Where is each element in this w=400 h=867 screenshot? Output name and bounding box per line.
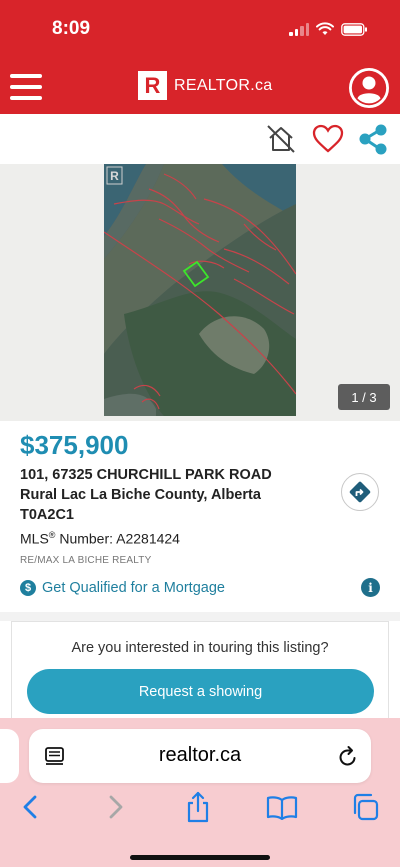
- brokerage-name: RE/MAX LA BICHE REALTY: [20, 555, 152, 566]
- remove-listing-icon[interactable]: [264, 122, 298, 156]
- address-bar[interactable]: realtor.ca: [29, 729, 371, 783]
- previous-tab-preview[interactable]: [0, 729, 19, 783]
- mls-number-text: Number: A2281424: [55, 530, 180, 547]
- battery-icon: [341, 22, 367, 36]
- reload-icon[interactable]: [337, 744, 359, 768]
- url-text[interactable]: realtor.ca: [29, 744, 371, 767]
- cellular-signal-icon: [289, 22, 309, 36]
- listing-address: 101, 67325 CHURCHILL PARK ROAD Rural Lac…: [20, 465, 320, 525]
- share-sheet-button[interactable]: [181, 790, 215, 824]
- profile-icon[interactable]: [348, 67, 390, 109]
- browser-nav-row: [0, 790, 400, 830]
- share-icon[interactable]: [356, 122, 390, 156]
- back-button[interactable]: [13, 790, 47, 824]
- status-icons: [289, 22, 368, 36]
- address-line-1: 101, 67325 CHURCHILL PARK ROAD: [20, 467, 272, 483]
- realtor-logo[interactable]: R REALTOR.ca: [138, 71, 272, 100]
- section-divider: [0, 612, 400, 621]
- tabs-icon: [353, 793, 379, 821]
- address-postal-code: T0A2C1: [20, 507, 74, 523]
- directions-icon: [349, 481, 371, 503]
- mls-number: MLS® Number: A2281424: [20, 530, 180, 547]
- tour-question: Are you interested in touring this listi…: [71, 640, 329, 656]
- photo-carousel[interactable]: R 1 / 3: [0, 164, 400, 421]
- request-showing-button[interactable]: Request a showing: [27, 669, 374, 714]
- mortgage-link[interactable]: $ Get Qualified for a Mortgage: [20, 580, 225, 596]
- forward-icon: [109, 795, 123, 819]
- address-line-2: Rural Lac La Biche County, Alberta: [20, 487, 261, 503]
- bookmarks-icon: [266, 796, 298, 820]
- tour-card: Are you interested in touring this listi…: [11, 621, 389, 731]
- wifi-icon: [316, 22, 334, 35]
- photo-counter: 1 / 3: [338, 384, 390, 410]
- listing-price: $375,900: [20, 430, 129, 460]
- listing-photo[interactable]: R: [104, 164, 296, 416]
- directions-button[interactable]: [341, 473, 379, 511]
- info-icon[interactable]: i: [361, 578, 380, 597]
- app-header: R REALTOR.ca: [0, 58, 400, 114]
- dollar-icon: $: [20, 580, 36, 596]
- listing-toolbar: [0, 114, 400, 164]
- share-sheet-icon: [187, 791, 209, 823]
- status-time: 8:09: [52, 18, 91, 39]
- browser-bottom-bar: realtor.ca: [0, 718, 400, 867]
- mortgage-link-label[interactable]: Get Qualified for a Mortgage: [42, 580, 225, 596]
- hamburger-icon[interactable]: [10, 74, 42, 100]
- logo-mark: R: [138, 71, 167, 100]
- back-icon: [23, 795, 37, 819]
- svg-text:R: R: [110, 169, 119, 183]
- mls-label: MLS: [20, 530, 49, 547]
- bookmarks-button[interactable]: [265, 790, 299, 824]
- logo-text: REALTOR.ca: [174, 76, 273, 94]
- tabs-button[interactable]: [348, 790, 382, 824]
- forward-button[interactable]: [99, 790, 133, 824]
- status-bar: 8:09: [0, 0, 400, 58]
- home-indicator: [130, 855, 270, 860]
- heart-icon[interactable]: [311, 122, 345, 156]
